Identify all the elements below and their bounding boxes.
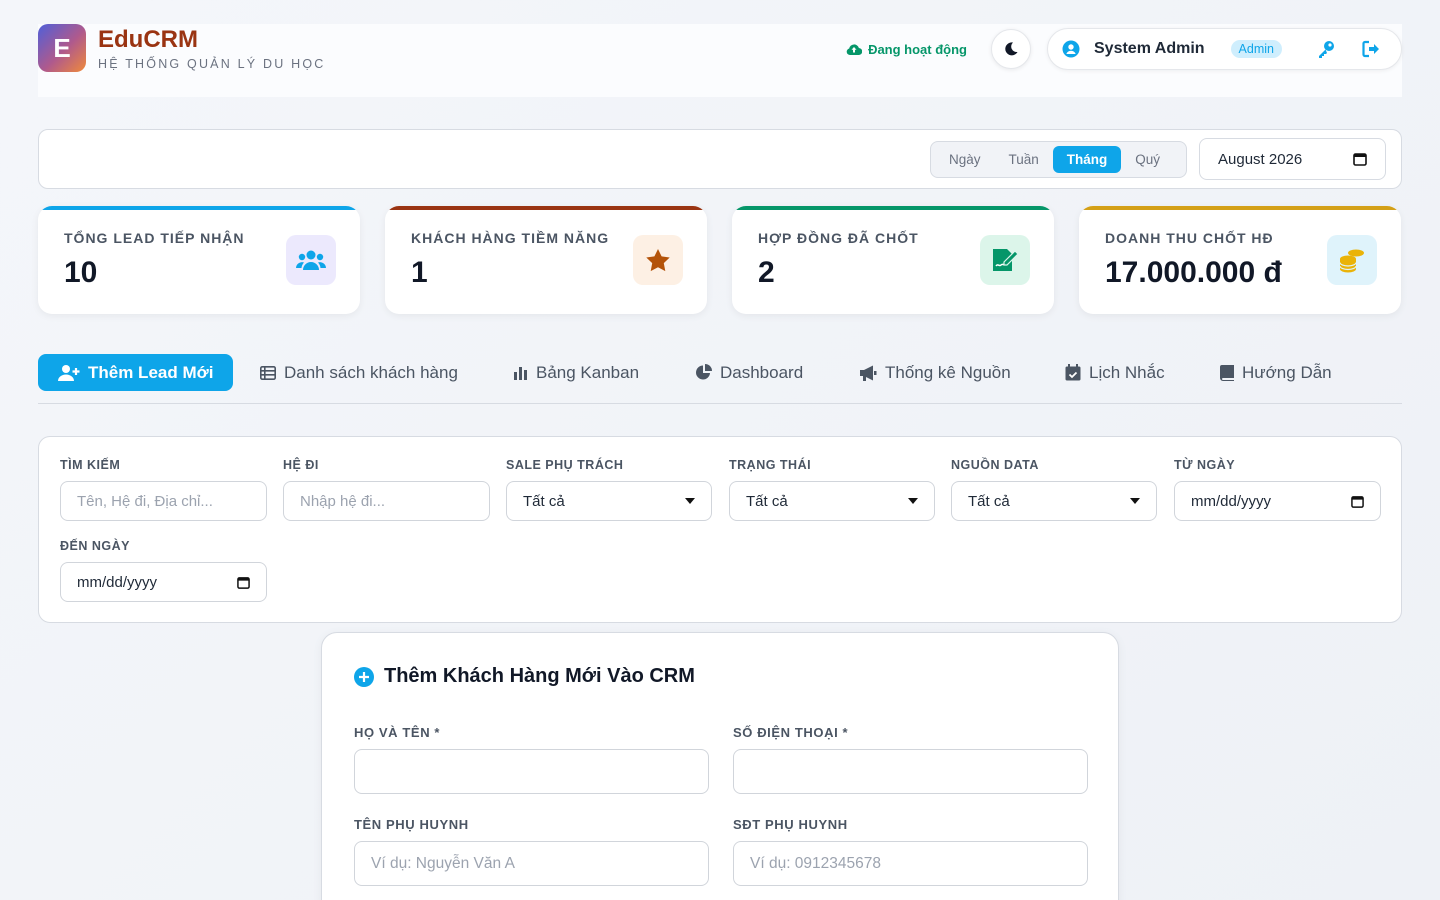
tab-reminders[interactable]: Lịch Nhắc [1065,354,1165,391]
status-text: Đang hoạt động [868,41,967,57]
parent-phone-label: SĐT PHỤ HUYNH [733,817,848,832]
stat-label: KHÁCH HÀNG TIỀM NĂNG [411,230,610,246]
stat-card-potential-customers: KHÁCH HÀNG TIỀM NĂNG 1 [385,206,707,314]
tab-label: Hướng Dẫn [1242,362,1332,382]
stat-value: 17.000.000 đ [1105,256,1282,289]
plus-circle-icon [354,666,374,687]
period-segmented-control: Ngày Tuần Tháng Quý [930,141,1187,178]
full-name-input[interactable] [354,749,709,794]
user-plus-icon [58,365,80,381]
sale-select[interactable]: Tất cả [506,481,712,521]
calendar-icon [1353,153,1367,166]
tab-label: Bảng Kanban [536,362,640,382]
source-label: NGUỒN DATA [951,458,1039,472]
filter-panel: TÌM KIẾM Tên, Hệ đi, Địa chỉ... HỆ ĐI Nh… [38,436,1402,623]
from-date-label: TỪ NGÀY [1174,458,1236,472]
user-circle-icon [1062,40,1080,58]
stat-card-closed-contracts: HỢP ĐỒNG ĐÃ CHỐT 2 [732,206,1054,314]
tab-source-stats[interactable]: Thống kê Nguồn [859,354,1011,391]
stat-label: DOANH THU CHỐT HĐ [1105,230,1274,246]
stat-card-total-leads: TỔNG LEAD TIẾP NHẬN 10 [38,206,360,314]
stat-label: TỔNG LEAD TIẾP NHẬN [64,230,245,246]
status-select[interactable]: Tất cả [729,481,935,521]
brand: E EduCRM HỆ THỐNG QUẢN LÝ DU HỌC [38,24,325,72]
form-title: Thêm Khách Hàng Mới Vào CRM [354,665,695,688]
coins-icon [1327,235,1377,285]
stat-value: 2 [758,256,775,289]
bullhorn-icon [860,365,877,381]
add-customer-form: Thêm Khách Hàng Mới Vào CRM HỌ VÀ TÊN * … [321,632,1119,900]
stat-value: 10 [64,256,98,289]
brand-subtitle: HỆ THỐNG QUẢN LÝ DU HỌC [98,57,326,71]
brand-title: EduCRM [98,26,198,53]
table-list-icon [260,365,276,380]
status-label: TRẠNG THÁI [729,458,812,472]
tab-label: Danh sách khách hàng [284,362,458,382]
role-badge: Admin [1230,40,1282,58]
system-label: HỆ ĐI [283,458,319,472]
tab-dashboard[interactable]: Dashboard [695,354,803,391]
tab-label: Dashboard [720,362,804,382]
parent-phone-input[interactable]: Ví dụ: 0912345678 [733,841,1088,886]
star-icon [633,235,683,285]
calendar-check-icon [1065,364,1081,381]
from-date-input[interactable]: mm/dd/yyyy [1174,481,1381,521]
theme-toggle-button[interactable] [991,29,1031,69]
book-icon [1220,364,1234,381]
user-menu: System Admin Admin [1047,28,1402,70]
tab-label: Thêm Lead Mới [88,362,214,382]
calendar-icon [1351,495,1364,508]
user-name: System Admin [1094,40,1205,57]
users-icon [286,235,336,285]
phone-input[interactable] [733,749,1088,794]
tab-guide[interactable]: Hướng Dẫn [1220,354,1332,391]
sale-label: SALE PHỤ TRÁCH [506,458,624,472]
tab-add-lead[interactable]: Thêm Lead Mới [38,354,234,391]
phone-label: SỐ ĐIỆN THOẠI * [733,725,849,740]
parent-name-input[interactable]: Ví dụ: Nguyễn Văn A [354,841,709,886]
period-day[interactable]: Ngày [935,146,995,173]
moon-icon [1005,42,1018,56]
source-select[interactable]: Tất cả [951,481,1157,521]
calendar-icon [237,576,250,589]
key-icon [1318,41,1334,58]
to-date-input[interactable]: mm/dd/yyyy [60,562,267,602]
app-header: E EduCRM HỆ THỐNG QUẢN LÝ DU HỌC Đang ho… [38,24,1402,97]
logout-button[interactable] [1362,40,1382,58]
tab-customer-list[interactable]: Danh sách khách hàng [260,354,458,391]
search-label: TÌM KIẾM [60,458,121,472]
app-logo: E [38,24,86,72]
tab-label: Lịch Nhắc [1089,362,1165,382]
month-picker[interactable]: August 2026 [1199,138,1386,180]
caret-down-icon [1130,498,1140,504]
parent-name-label: TÊN PHỤ HUYNH [354,817,469,832]
search-input[interactable]: Tên, Hệ đi, Địa chỉ... [60,481,267,521]
caret-down-icon [908,498,918,504]
tab-label: Thống kê Nguồn [885,362,1011,382]
to-date-label: ĐẾN NGÀY [60,539,130,553]
period-week[interactable]: Tuần [995,146,1053,173]
period-month[interactable]: Tháng [1052,146,1122,173]
caret-down-icon [685,498,695,504]
main-tabs: Thêm Lead Mới Danh sách khách hàng Bảng … [38,354,1402,404]
stat-value: 1 [411,256,428,289]
contract-signature-icon [980,235,1030,285]
stat-label: HỢP ĐỒNG ĐÃ CHỐT [758,230,919,246]
full-name-label: HỌ VÀ TÊN * [354,725,441,740]
period-filter-bar: Ngày Tuần Tháng Quý August 2026 [38,129,1402,189]
cloud-upload-icon [846,43,863,55]
system-input[interactable]: Nhập hệ đi... [283,481,490,521]
pie-chart-icon [696,364,712,380]
logout-icon [1362,40,1379,58]
bar-chart-icon [514,366,527,380]
connection-status: Đang hoạt động [846,42,967,57]
month-value: August 2026 [1218,150,1303,168]
change-password-button[interactable] [1316,39,1336,59]
stat-card-revenue: DOANH THU CHỐT HĐ 17.000.000 đ [1079,206,1401,314]
tab-kanban[interactable]: Bảng Kanban [514,354,639,391]
period-quarter[interactable]: Quý [1121,146,1174,173]
